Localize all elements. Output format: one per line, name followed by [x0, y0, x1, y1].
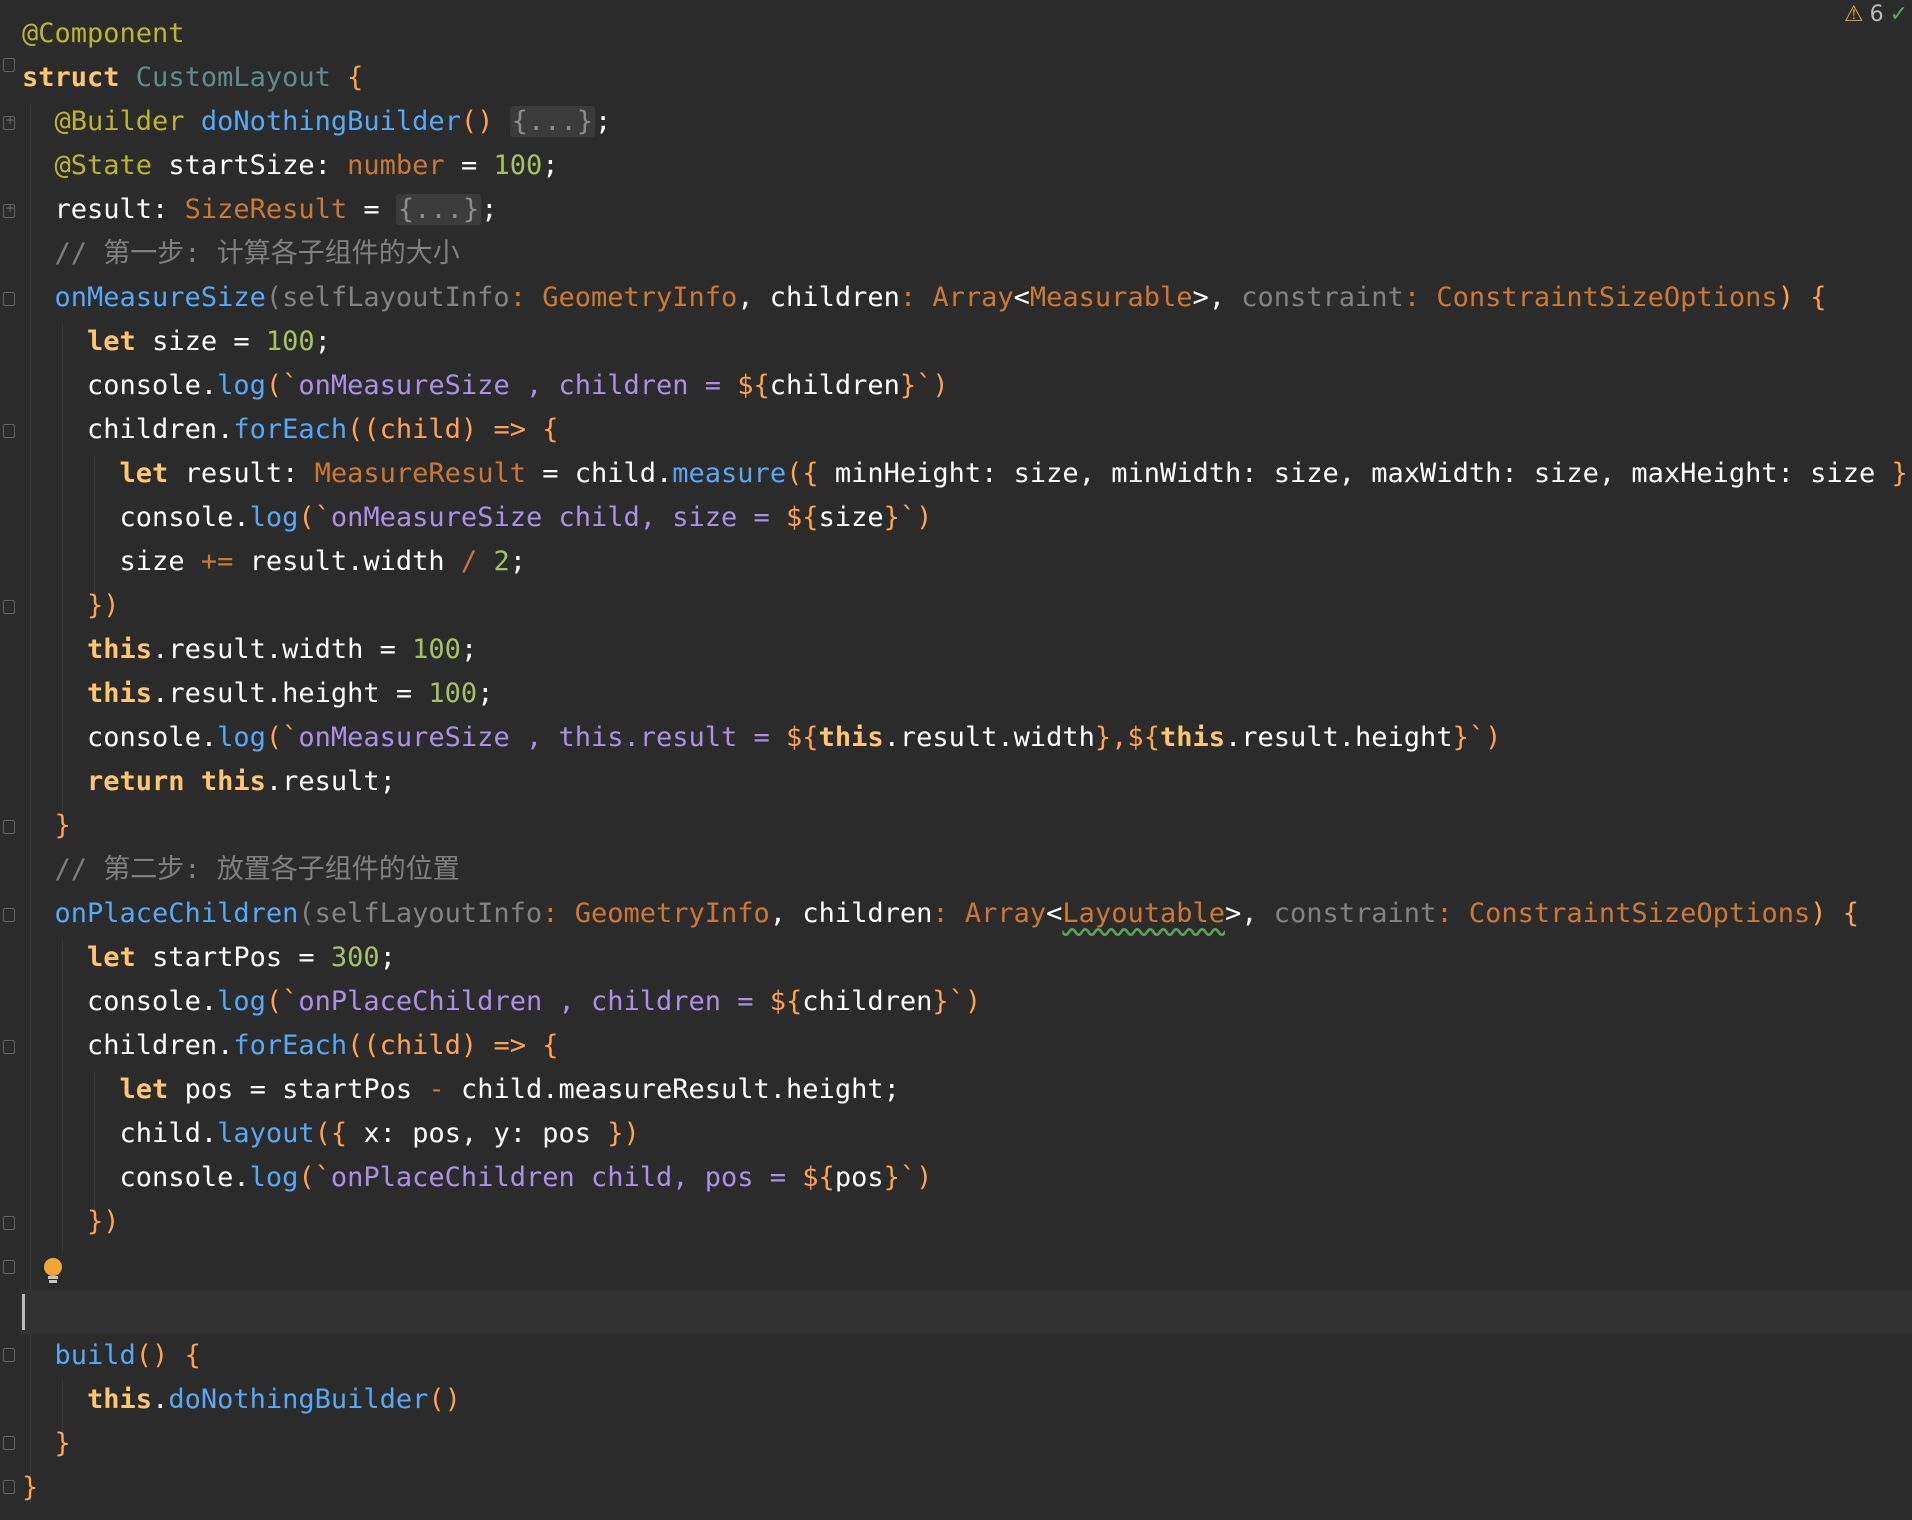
- fold-marker-icon[interactable]: [3, 1216, 15, 1230]
- code-line: }): [87, 590, 120, 621]
- fold-marker-icon[interactable]: [3, 908, 15, 922]
- lightbulb-icon[interactable]: [40, 1256, 66, 1286]
- code-line: console.log(`onMeasureSize child, size =…: [119, 502, 933, 533]
- fold-expand-icon[interactable]: [3, 113, 15, 130]
- fold-marker-icon[interactable]: [3, 1480, 15, 1494]
- text-caret: [22, 1294, 25, 1330]
- code-line: onMeasureSize(selfLayoutInfo: GeometryIn…: [54, 282, 1827, 313]
- code-line: @Builder doNothingBuilder() {...};: [54, 106, 612, 137]
- fold-marker-icon[interactable]: [3, 1040, 15, 1054]
- code-line: let result: MeasureResult = child.measur…: [119, 458, 1912, 489]
- folded-block[interactable]: {...}: [509, 106, 595, 137]
- code-line: let startPos = 300;: [87, 942, 396, 973]
- folded-block[interactable]: {...}: [395, 194, 482, 225]
- code-line: console.log(`onPlaceChildren , children …: [87, 986, 982, 1017]
- comment-line: // 第一步: 计算各子组件的大小: [54, 238, 460, 269]
- code-line: @Component: [22, 18, 185, 49]
- code-line: struct CustomLayout {: [22, 62, 364, 93]
- code-line: @State startSize: number = 100;: [54, 150, 559, 181]
- comment-line: // 第二步: 放置各子组件的位置: [54, 854, 460, 885]
- code-line: children.forEach((child) => {: [87, 1030, 559, 1061]
- fold-marker-icon[interactable]: [3, 820, 15, 834]
- fold-marker-icon[interactable]: [3, 58, 15, 72]
- inspection-ok-icon: ✓: [1889, 2, 1908, 27]
- code-line: return this.result;: [87, 766, 396, 797]
- code-line: this.result.width = 100;: [87, 634, 478, 665]
- code-line: console.log(`onMeasureSize , children = …: [87, 370, 949, 401]
- fold-marker-icon[interactable]: [3, 292, 15, 306]
- code-line: let pos = startPos - child.measureResult…: [119, 1074, 900, 1105]
- code-line: size += result.width / 2;: [119, 546, 526, 577]
- fold-marker-icon[interactable]: [3, 1436, 15, 1450]
- fold-marker-icon[interactable]: [3, 1260, 15, 1274]
- code-line: result: SizeResult = {...};: [54, 194, 498, 225]
- code-line: }: [54, 810, 71, 841]
- editor-gutter: [0, 0, 20, 1520]
- code-line: child.layout({ x: pos, y: pos }): [119, 1118, 640, 1149]
- code-line: this.result.height = 100;: [87, 678, 494, 709]
- inspection-status[interactable]: ⚠ 6 ✓: [1844, 2, 1908, 27]
- code-line: console.log(`onPlaceChildren child, pos …: [119, 1162, 933, 1193]
- code-line: console.log(`onMeasureSize , this.result…: [87, 722, 1502, 753]
- fold-marker-icon[interactable]: [3, 1348, 15, 1362]
- code-line: }: [22, 1472, 39, 1503]
- code-editor[interactable]: ⚠ 6 ✓ @Component struct CustomLayout { @…: [0, 0, 1912, 1520]
- fold-marker-icon[interactable]: [3, 424, 15, 438]
- warning-triangle-icon: ⚠: [1843, 2, 1864, 27]
- warning-count: 6: [1869, 2, 1884, 27]
- fold-expand-icon[interactable]: [3, 201, 15, 218]
- code-line: children.forEach((child) => {: [87, 414, 559, 445]
- code-line: this.doNothingBuilder(): [87, 1384, 461, 1415]
- current-line-highlight: [20, 1290, 1912, 1334]
- code-line: build() {: [54, 1340, 201, 1371]
- fold-marker-icon[interactable]: [3, 600, 15, 614]
- code-line: }: [54, 1428, 71, 1459]
- code-line: let size = 100;: [87, 326, 331, 357]
- unresolved-type-warning[interactable]: Layoutable: [1062, 898, 1225, 929]
- code-line: onPlaceChildren(selfLayoutInfo: Geometry…: [54, 898, 1859, 929]
- code-line: }): [87, 1206, 120, 1237]
